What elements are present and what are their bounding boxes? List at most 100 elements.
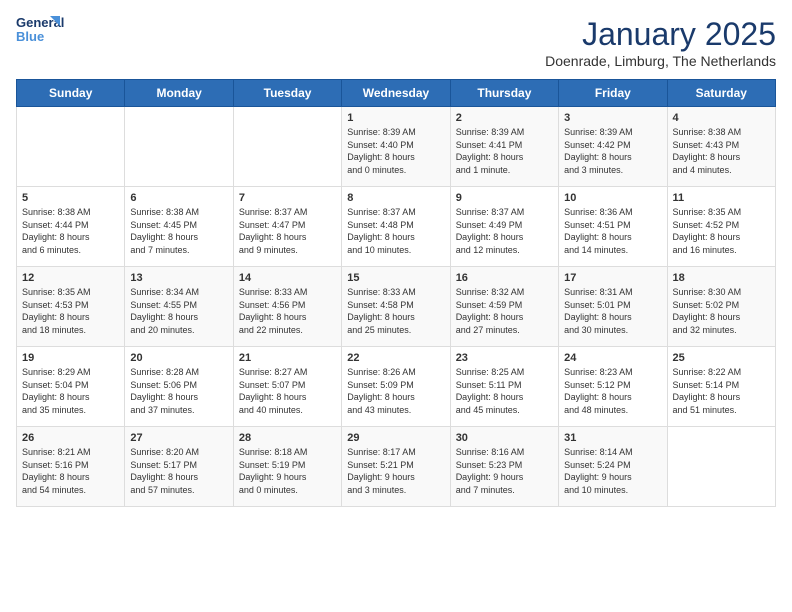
cell-content: Sunrise: 8:37 AM Sunset: 4:49 PM Dayligh… [456,206,553,256]
cell-content: Sunrise: 8:26 AM Sunset: 5:09 PM Dayligh… [347,366,444,416]
cell-content: Sunrise: 8:28 AM Sunset: 5:06 PM Dayligh… [130,366,227,416]
day-number: 19 [22,352,119,364]
calendar-week-row: 12Sunrise: 8:35 AM Sunset: 4:53 PM Dayli… [17,267,776,347]
cell-content: Sunrise: 8:32 AM Sunset: 4:59 PM Dayligh… [456,286,553,336]
cell-content: Sunrise: 8:37 AM Sunset: 4:48 PM Dayligh… [347,206,444,256]
calendar-cell: 18Sunrise: 8:30 AM Sunset: 5:02 PM Dayli… [667,267,775,347]
day-number: 8 [347,192,444,204]
day-number: 3 [564,112,661,124]
title-block: January 2025 Doenrade, Limburg, The Neth… [545,16,776,69]
weekday-header: Monday [125,80,233,107]
cell-content: Sunrise: 8:33 AM Sunset: 4:56 PM Dayligh… [239,286,336,336]
calendar-cell: 22Sunrise: 8:26 AM Sunset: 5:09 PM Dayli… [342,347,450,427]
day-number: 7 [239,192,336,204]
day-number: 24 [564,352,661,364]
calendar-cell: 31 Sunrise: 8:14 AM Sunset: 5:24 PM Dayli… [559,427,667,507]
cell-content: Sunrise: 8:34 AM Sunset: 4:55 PM Dayligh… [130,286,227,336]
calendar-cell: 26 Sunrise: 8:21 AM Sunset: 5:16 PM Dayli… [17,427,125,507]
day-number: 20 [130,352,227,364]
calendar-cell: 12Sunrise: 8:35 AM Sunset: 4:53 PM Dayli… [17,267,125,347]
calendar-cell: 14 Sunrise: 8:33 AM Sunset: 4:56 PM Dayli… [233,267,341,347]
day-number: 26 [22,432,119,444]
cell-content: Sunrise: 8:33 AM Sunset: 4:58 PM Dayligh… [347,286,444,336]
logo: General Blue [16,16,62,60]
calendar-cell: 13 Sunrise: 8:34 AM Sunset: 4:55 PM Dayli… [125,267,233,347]
cell-content: Sunrise: 8:22 AM Sunset: 5:14 PM Dayligh… [673,366,770,416]
weekday-header: Thursday [450,80,558,107]
calendar-cell: 25Sunrise: 8:22 AM Sunset: 5:14 PM Dayli… [667,347,775,427]
day-number: 15 [347,272,444,284]
calendar-cell: 30Sunrise: 8:16 AM Sunset: 5:23 PM Dayli… [450,427,558,507]
cell-content: Sunrise: 8:23 AM Sunset: 5:12 PM Dayligh… [564,366,661,416]
calendar-cell: 9 Sunrise: 8:37 AM Sunset: 4:49 PM Daylig… [450,187,558,267]
day-number: 2 [456,112,553,124]
cell-content: Sunrise: 8:20 AM Sunset: 5:17 PM Dayligh… [130,446,227,496]
calendar-week-row: 5Sunrise: 8:38 AM Sunset: 4:44 PM Daylig… [17,187,776,267]
calendar-cell: 19Sunrise: 8:29 AM Sunset: 5:04 PM Dayli… [17,347,125,427]
calendar-week-row: 26 Sunrise: 8:21 AM Sunset: 5:16 PM Dayli… [17,427,776,507]
calendar-table: SundayMondayTuesdayWednesdayThursdayFrid… [16,79,776,507]
day-number: 13 [130,272,227,284]
calendar-cell: 2 Sunrise: 8:39 AM Sunset: 4:41 PM Daylig… [450,107,558,187]
cell-content: Sunrise: 8:39 AM Sunset: 4:40 PM Dayligh… [347,126,444,176]
weekday-header: Tuesday [233,80,341,107]
calendar-cell [125,107,233,187]
cell-content: Sunrise: 8:36 AM Sunset: 4:51 PM Dayligh… [564,206,661,256]
location-subtitle: Doenrade, Limburg, The Netherlands [545,53,776,69]
calendar-cell: 8 Sunrise: 8:37 AM Sunset: 4:48 PM Daylig… [342,187,450,267]
calendar-week-row: 1Sunrise: 8:39 AM Sunset: 4:40 PM Daylig… [17,107,776,187]
day-number: 11 [673,192,770,204]
day-number: 4 [673,112,770,124]
month-year-title: January 2025 [545,16,776,53]
calendar-cell: 11 Sunrise: 8:35 AM Sunset: 4:52 PM Dayli… [667,187,775,267]
calendar-cell: 5Sunrise: 8:38 AM Sunset: 4:44 PM Daylig… [17,187,125,267]
cell-content: Sunrise: 8:39 AM Sunset: 4:41 PM Dayligh… [456,126,553,176]
cell-content: Sunrise: 8:38 AM Sunset: 4:45 PM Dayligh… [130,206,227,256]
cell-content: Sunrise: 8:21 AM Sunset: 5:16 PM Dayligh… [22,446,119,496]
weekday-header-row: SundayMondayTuesdayWednesdayThursdayFrid… [17,80,776,107]
cell-content: Sunrise: 8:25 AM Sunset: 5:11 PM Dayligh… [456,366,553,416]
day-number: 28 [239,432,336,444]
day-number: 6 [130,192,227,204]
calendar-cell: 6 Sunrise: 8:38 AM Sunset: 4:45 PM Daylig… [125,187,233,267]
calendar-cell: 7 Sunrise: 8:37 AM Sunset: 4:47 PM Daylig… [233,187,341,267]
calendar-cell: 20 Sunrise: 8:28 AM Sunset: 5:06 PM Dayli… [125,347,233,427]
day-number: 29 [347,432,444,444]
cell-content: Sunrise: 8:39 AM Sunset: 4:42 PM Dayligh… [564,126,661,176]
cell-content: Sunrise: 8:17 AM Sunset: 5:21 PM Dayligh… [347,446,444,496]
calendar-cell: 15 Sunrise: 8:33 AM Sunset: 4:58 PM Dayli… [342,267,450,347]
day-number: 27 [130,432,227,444]
calendar-cell: 10 Sunrise: 8:36 AM Sunset: 4:51 PM Dayli… [559,187,667,267]
calendar-week-row: 19Sunrise: 8:29 AM Sunset: 5:04 PM Dayli… [17,347,776,427]
cell-content: Sunrise: 8:38 AM Sunset: 4:44 PM Dayligh… [22,206,119,256]
day-number: 17 [564,272,661,284]
cell-content: Sunrise: 8:38 AM Sunset: 4:43 PM Dayligh… [673,126,770,176]
page-header: General Blue January 2025 Doenrade, Limb… [16,16,776,69]
calendar-cell: 17 Sunrise: 8:31 AM Sunset: 5:01 PM Dayli… [559,267,667,347]
weekday-header: Wednesday [342,80,450,107]
calendar-cell: 23Sunrise: 8:25 AM Sunset: 5:11 PM Dayli… [450,347,558,427]
calendar-cell: 4 Sunrise: 8:38 AM Sunset: 4:43 PM Daylig… [667,107,775,187]
weekday-header: Saturday [667,80,775,107]
calendar-cell: 1Sunrise: 8:39 AM Sunset: 4:40 PM Daylig… [342,107,450,187]
day-number: 21 [239,352,336,364]
day-number: 9 [456,192,553,204]
cell-content: Sunrise: 8:37 AM Sunset: 4:47 PM Dayligh… [239,206,336,256]
cell-content: Sunrise: 8:16 AM Sunset: 5:23 PM Dayligh… [456,446,553,496]
day-number: 14 [239,272,336,284]
cell-content: Sunrise: 8:31 AM Sunset: 5:01 PM Dayligh… [564,286,661,336]
day-number: 31 [564,432,661,444]
weekday-header: Sunday [17,80,125,107]
day-number: 10 [564,192,661,204]
calendar-cell: 27 Sunrise: 8:20 AM Sunset: 5:17 PM Dayli… [125,427,233,507]
calendar-cell [17,107,125,187]
cell-content: Sunrise: 8:14 AM Sunset: 5:24 PM Dayligh… [564,446,661,496]
calendar-cell: 21Sunrise: 8:27 AM Sunset: 5:07 PM Dayli… [233,347,341,427]
calendar-cell [233,107,341,187]
day-number: 12 [22,272,119,284]
calendar-cell: 16Sunrise: 8:32 AM Sunset: 4:59 PM Dayli… [450,267,558,347]
calendar-cell: 24 Sunrise: 8:23 AM Sunset: 5:12 PM Dayli… [559,347,667,427]
calendar-cell [667,427,775,507]
cell-content: Sunrise: 8:18 AM Sunset: 5:19 PM Dayligh… [239,446,336,496]
cell-content: Sunrise: 8:35 AM Sunset: 4:52 PM Dayligh… [673,206,770,256]
